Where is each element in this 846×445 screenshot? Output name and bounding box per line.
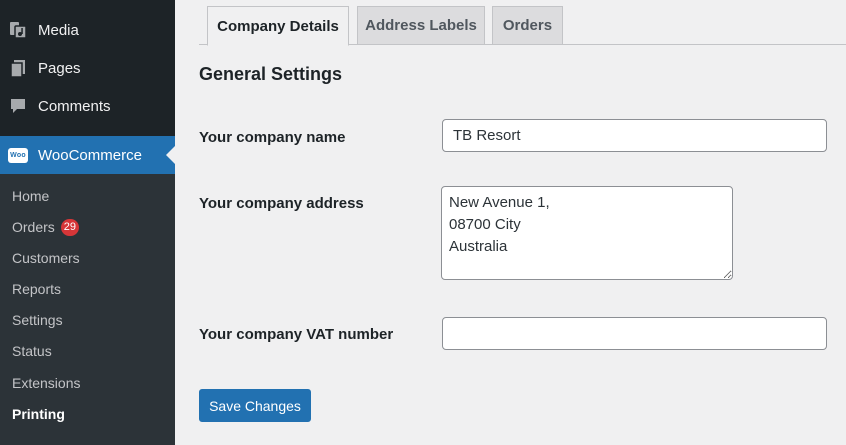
section-title: General Settings (199, 64, 343, 84)
orders-count-badge: 29 (60, 218, 80, 236)
menu-item-label: Media (38, 21, 79, 39)
submenu-item-label: Orders (12, 219, 55, 235)
comments-icon (8, 96, 28, 116)
save-changes-button[interactable]: Save Changes (199, 389, 311, 422)
active-menu-arrow (166, 146, 175, 164)
submenu-item-status[interactable]: Status (12, 340, 52, 362)
company-name-label: Your company name (199, 129, 346, 146)
woocommerce-submenu: Home Orders 29 Customers Reports Setting… (0, 174, 175, 445)
tab-address-labels[interactable]: Address Labels (357, 6, 485, 45)
submenu-item-label: Home (12, 188, 50, 204)
submenu-item-customers[interactable]: Customers (12, 247, 80, 269)
company-address-label: Your company address (199, 195, 364, 212)
pages-icon (8, 58, 28, 78)
menu-item-label: Pages (38, 59, 81, 77)
menu-item-media[interactable]: Media (0, 11, 175, 49)
company-address-textarea[interactable]: New Avenue 1, 08700 City Australia (441, 186, 733, 280)
media-icon (8, 20, 28, 40)
menu-item-woocommerce[interactable]: Woo WooCommerce (0, 136, 175, 174)
company-vat-label: Your company VAT number (199, 326, 394, 343)
submenu-item-settings[interactable]: Settings (12, 309, 63, 331)
submenu-item-printing[interactable]: Printing (12, 403, 65, 425)
submenu-item-reports[interactable]: Reports (12, 278, 61, 300)
menu-item-pages[interactable]: Pages (0, 49, 175, 87)
submenu-item-label: Reports (12, 281, 62, 297)
submenu-item-extensions[interactable]: Extensions (12, 372, 80, 394)
menu-item-comments[interactable]: Comments (0, 87, 175, 125)
company-name-input[interactable] (442, 119, 827, 152)
submenu-item-label: Extensions (12, 375, 81, 391)
submenu-item-label: Settings (12, 312, 63, 328)
admin-sidebar: Media Pages Comments Woo WooCommerce Hom… (0, 0, 175, 445)
tab-company-details[interactable]: Company Details (207, 6, 349, 46)
menu-item-label: WooCommerce (38, 146, 142, 164)
menu-item-label: Comments (38, 97, 111, 115)
company-vat-input[interactable] (442, 317, 827, 350)
woocommerce-icon: Woo (8, 145, 28, 165)
submenu-item-label: Status (12, 343, 52, 359)
submenu-item-orders[interactable]: Orders 29 (12, 216, 80, 238)
tab-orders[interactable]: Orders (492, 6, 563, 45)
submenu-item-label: Customers (12, 250, 80, 266)
submenu-item-home[interactable]: Home (12, 185, 49, 207)
submenu-item-label: Printing (12, 406, 65, 422)
